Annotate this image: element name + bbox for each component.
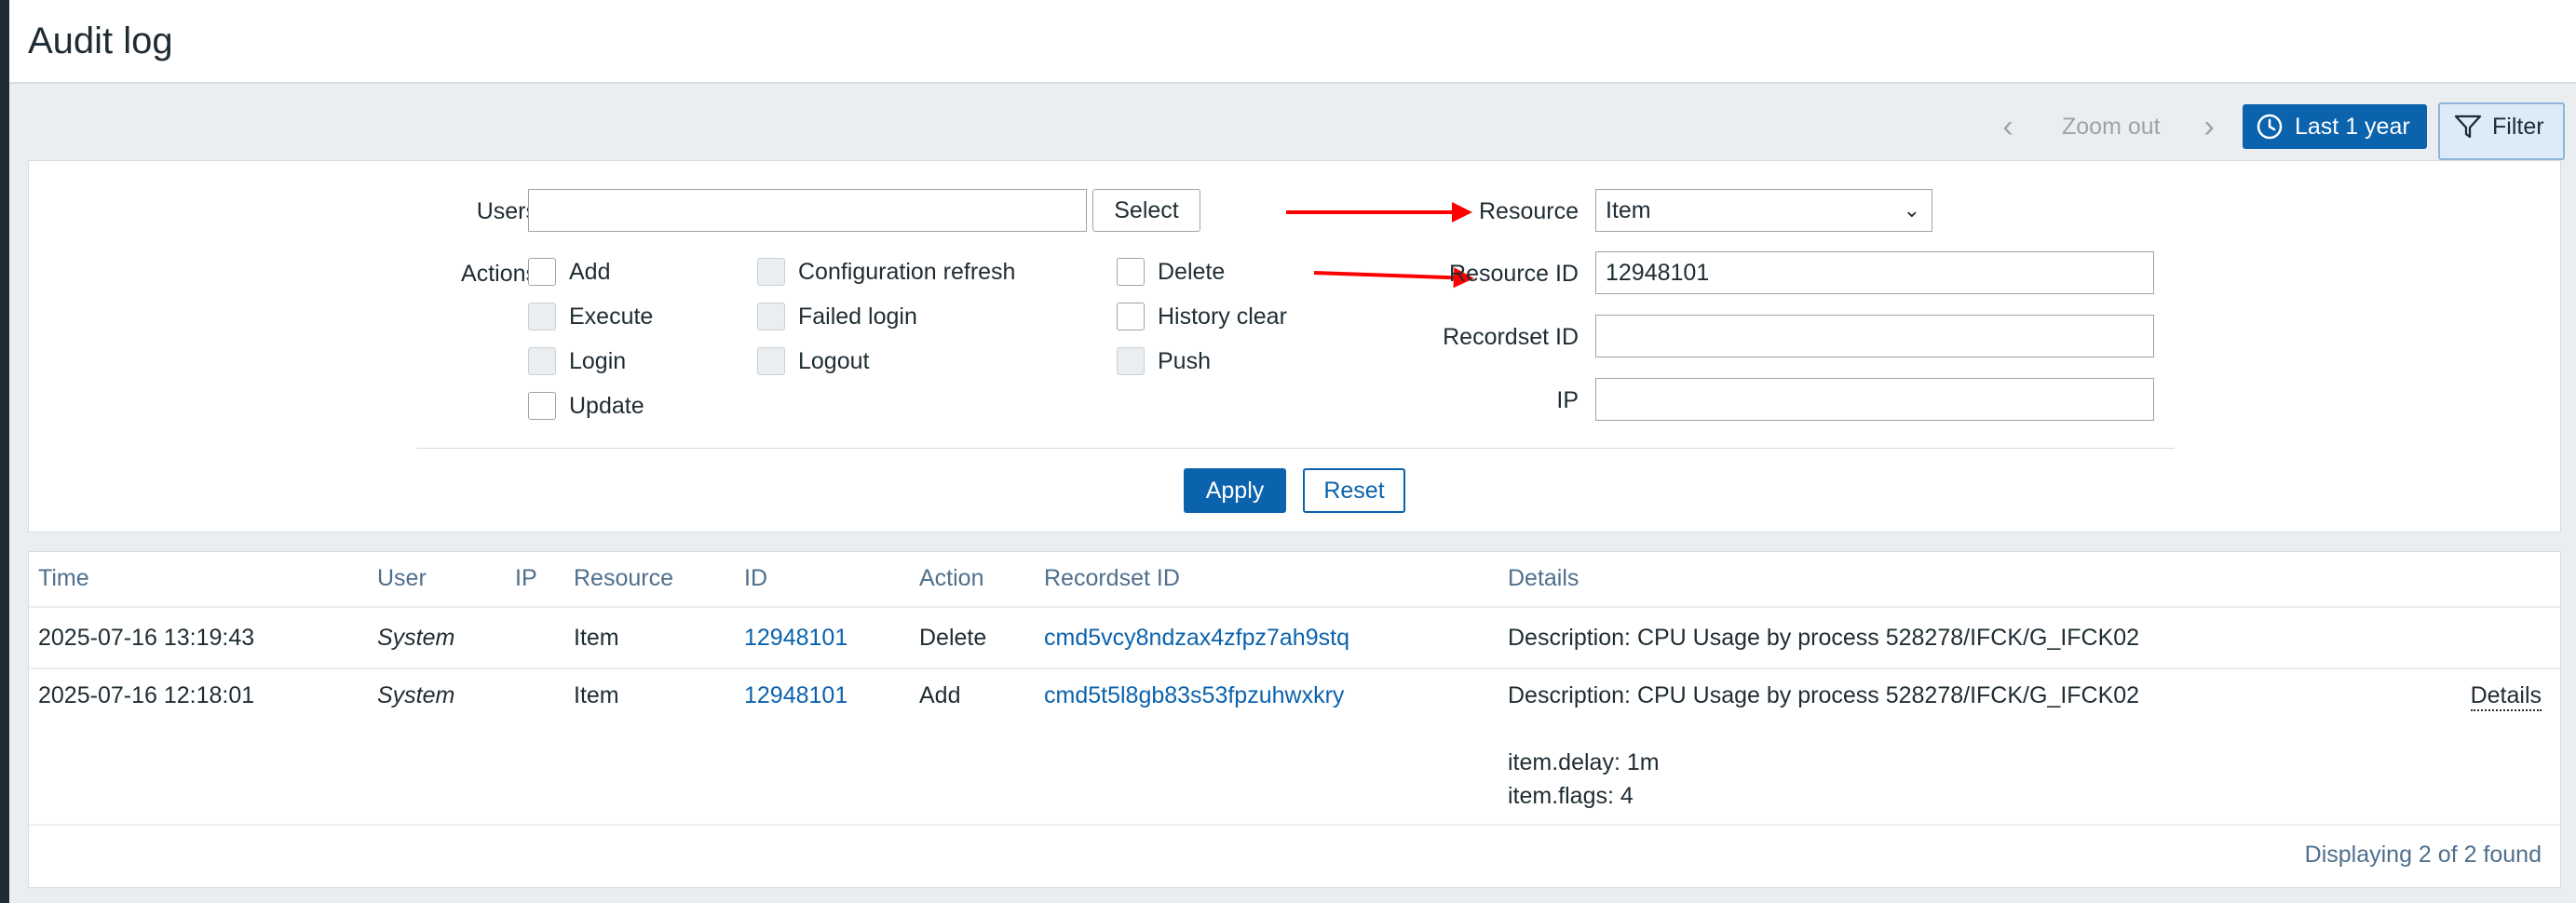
action-label: Delete — [1158, 258, 1226, 285]
resource-label: Resource — [1479, 198, 1579, 224]
cell-user: System — [377, 682, 455, 708]
recordset-id-input[interactable] — [1595, 315, 2154, 357]
cell-id-link[interactable]: 12948101 — [744, 625, 847, 652]
action-label: Configuration refresh — [798, 258, 1016, 285]
resource-id-label: Resource ID — [1449, 261, 1579, 287]
action-label: Add — [569, 258, 611, 285]
filter-panel: Users Select Actions Add Configuration r… — [28, 160, 2561, 532]
action-label: History clear — [1158, 303, 1287, 330]
audit-log-table: Time User IP Resource ID Action Recordse… — [28, 551, 2561, 888]
cell-resource: Item — [574, 625, 619, 651]
checkbox-box — [757, 347, 785, 375]
checkbox-box — [1117, 347, 1145, 375]
action-label: Execute — [569, 303, 654, 330]
cell-action: Add — [919, 682, 961, 708]
column-header-ip: IP — [515, 565, 537, 591]
results-count: Displaying 2 of 2 found — [2304, 842, 2542, 868]
column-header-user: User — [377, 565, 427, 591]
column-header-id: ID — [744, 565, 767, 591]
previous-period-icon[interactable]: ‹ — [1991, 108, 2025, 145]
action-add-checkbox[interactable]: Add — [528, 258, 610, 286]
column-header-recordset-id: Recordset ID — [1044, 565, 1180, 591]
clock-icon — [2257, 114, 2283, 140]
action-login-checkbox: Login — [528, 347, 626, 375]
time-period-label: Last 1 year — [2295, 113, 2410, 140]
page-title: Audit log — [28, 20, 173, 61]
checkbox-box[interactable] — [1117, 303, 1145, 330]
details-toggle-link[interactable]: Details — [2470, 682, 2542, 711]
column-header-resource: Resource — [574, 565, 673, 591]
cell-details: Description: CPU Usage by process 528278… — [1508, 682, 2140, 708]
action-execute-checkbox: Execute — [528, 303, 653, 330]
checkbox-box[interactable] — [528, 392, 556, 420]
cell-id-link[interactable]: 12948101 — [744, 682, 847, 709]
filter-divider — [416, 448, 2175, 449]
action-push-checkbox: Push — [1117, 347, 1211, 375]
next-period-icon[interactable]: › — [2192, 108, 2226, 145]
checkbox-box — [757, 303, 785, 330]
filter-tab-button[interactable]: Filter — [2438, 102, 2565, 160]
ip-input[interactable] — [1595, 378, 2154, 421]
action-history-clear-checkbox[interactable]: History clear — [1117, 303, 1287, 330]
cell-details: Description: CPU Usage by process 528278… — [1508, 625, 2140, 651]
action-logout-checkbox: Logout — [757, 347, 869, 375]
reset-button[interactable]: Reset — [1303, 468, 1405, 513]
checkbox-box — [528, 303, 556, 330]
action-label: Update — [569, 392, 644, 419]
ip-label: IP — [1556, 387, 1579, 413]
cell-action: Delete — [919, 625, 987, 651]
time-period-button[interactable]: Last 1 year — [2243, 104, 2427, 149]
cell-details-line: item.delay: 1m — [1508, 749, 1660, 775]
action-configuration-refresh-checkbox: Configuration refresh — [757, 258, 1015, 286]
action-update-checkbox[interactable]: Update — [528, 392, 644, 420]
cell-user: System — [377, 625, 455, 651]
column-header-details: Details — [1508, 565, 1579, 591]
recordset-id-label: Recordset ID — [1443, 324, 1579, 350]
resource-select-value: Item — [1606, 197, 1651, 223]
action-label: Push — [1158, 347, 1211, 374]
users-label: Users — [476, 198, 537, 224]
checkbox-box[interactable] — [528, 258, 556, 286]
action-failed-login-checkbox: Failed login — [757, 303, 917, 330]
row-separator — [29, 824, 2560, 826]
left-sidebar-edge — [0, 0, 9, 903]
cell-details-line: item.flags: 4 — [1508, 783, 1634, 809]
column-header-action: Action — [919, 565, 984, 591]
users-input[interactable] — [528, 189, 1087, 232]
checkbox-box — [528, 347, 556, 375]
row-separator — [29, 667, 2560, 669]
page-header: Audit log — [9, 0, 2576, 84]
checkbox-box[interactable] — [1117, 258, 1145, 286]
filter-tab-label: Filter — [2492, 113, 2544, 140]
cell-resource: Item — [574, 682, 619, 708]
action-label: Login — [569, 347, 627, 374]
action-label: Logout — [798, 347, 870, 374]
action-delete-checkbox[interactable]: Delete — [1117, 258, 1225, 286]
filter-icon — [2454, 115, 2482, 139]
row-separator — [29, 606, 2560, 608]
cell-time: 2025-07-16 13:19:43 — [38, 625, 255, 651]
resource-select[interactable]: Item ⌄ — [1595, 189, 1932, 232]
cell-time: 2025-07-16 12:18:01 — [38, 682, 255, 708]
users-select-button[interactable]: Select — [1092, 189, 1200, 232]
column-header-time[interactable]: Time — [38, 565, 89, 592]
zoom-out-button[interactable]: Zoom out — [2062, 114, 2161, 141]
apply-button[interactable]: Apply — [1184, 468, 1286, 513]
chevron-down-icon: ⌄ — [1903, 198, 1920, 222]
checkbox-box — [757, 258, 785, 286]
cell-recordset-id-link[interactable]: cmd5t5l8gb83s53fpzuhwxkry — [1044, 682, 1344, 709]
actions-label: Actions — [461, 261, 537, 287]
resource-id-input[interactable]: 12948101 — [1595, 251, 2154, 294]
action-label: Failed login — [798, 303, 917, 330]
cell-recordset-id-link[interactable]: cmd5vcy8ndzax4zfpz7ah9stq — [1044, 625, 1349, 652]
